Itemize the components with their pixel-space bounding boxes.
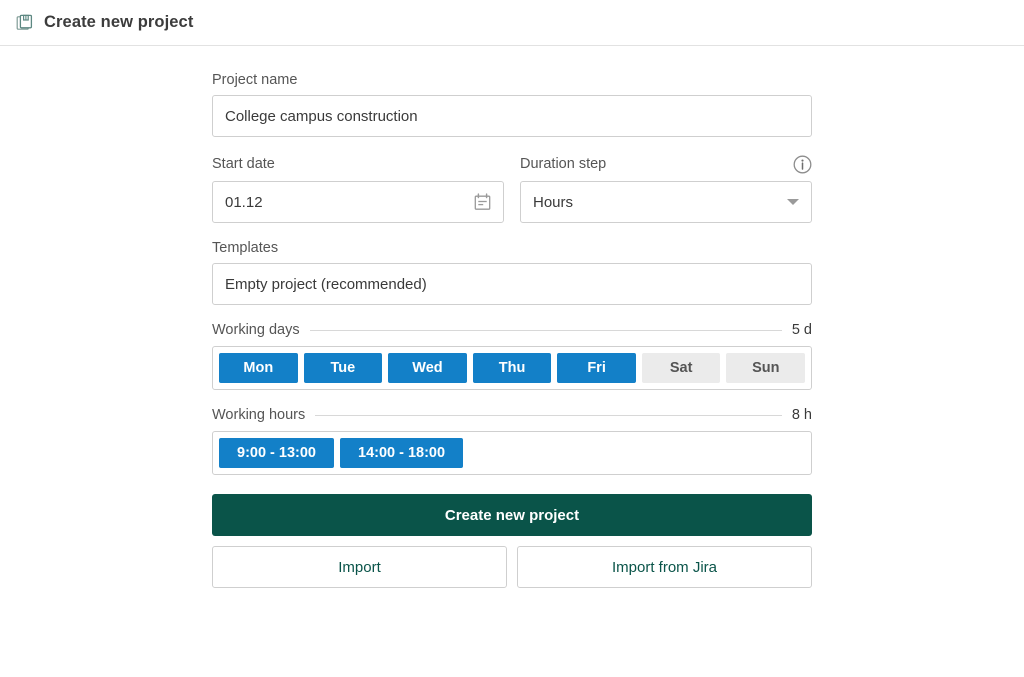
duration-step-select[interactable]: Hours [520,181,812,223]
start-date-group: Start date 01.12 [212,154,504,223]
working-hours-group: Working hours 8 h 9:00 - 13:0014:00 - 18… [212,407,812,475]
duration-step-label: Duration step [520,156,606,172]
templates-value: Empty project (recommended) [225,276,799,293]
start-date-label-row: Start date [212,154,504,174]
divider-line [310,330,782,331]
create-new-project-button[interactable]: Create new project [212,494,812,536]
date-duration-row: Start date 01.12 Duration step [212,154,812,223]
working-day-chip[interactable]: Fri [557,353,636,383]
save-document-icon [16,14,34,32]
import-button[interactable]: Import [212,546,507,588]
working-hours-label: Working hours [212,407,305,423]
start-date-value: 01.12 [225,194,466,211]
create-project-form: Project name College campus construction… [212,46,812,588]
duration-step-value: Hours [533,194,779,211]
working-day-chip[interactable]: Tue [304,353,383,383]
page-title: Create new project [44,13,193,32]
start-date-label: Start date [212,156,275,172]
project-name-input[interactable]: College campus construction [212,95,812,137]
info-circle-icon[interactable] [793,155,812,174]
working-hours-amount: 8 h [792,407,812,423]
templates-input[interactable]: Empty project (recommended) [212,263,812,305]
working-day-chip[interactable]: Mon [219,353,298,383]
duration-step-label-row: Duration step [520,154,812,174]
working-day-chip[interactable]: Thu [473,353,552,383]
working-days-amount: 5 d [792,322,812,338]
import-buttons-row: Import Import from Jira [212,546,812,588]
working-days-label: Working days [212,322,300,338]
project-name-label: Project name [212,72,812,88]
working-day-chip[interactable]: Sat [642,353,721,383]
calendar-icon[interactable] [474,193,491,211]
working-day-chip[interactable]: Wed [388,353,467,383]
working-hours-chips: 9:00 - 13:0014:00 - 18:00 [212,431,812,475]
divider-line [315,415,782,416]
project-name-group: Project name College campus construction [212,72,812,137]
working-hours-header: Working hours 8 h [212,407,812,423]
working-day-chip[interactable]: Sun [726,353,805,383]
working-days-group: Working days 5 d MonTueWedThuFriSatSun [212,322,812,390]
working-hours-chip[interactable]: 9:00 - 13:00 [219,438,334,468]
working-hours-chip[interactable]: 14:00 - 18:00 [340,438,463,468]
project-name-value: College campus construction [225,108,799,125]
templates-group: Templates Empty project (recommended) [212,240,812,305]
window-header: Create new project [0,0,1024,46]
chevron-down-icon[interactable] [787,199,799,205]
start-date-input[interactable]: 01.12 [212,181,504,223]
import-from-jira-button[interactable]: Import from Jira [517,546,812,588]
duration-step-group: Duration step Hours [520,154,812,223]
working-days-chips: MonTueWedThuFriSatSun [212,346,812,390]
working-days-header: Working days 5 d [212,322,812,338]
templates-label: Templates [212,240,812,256]
